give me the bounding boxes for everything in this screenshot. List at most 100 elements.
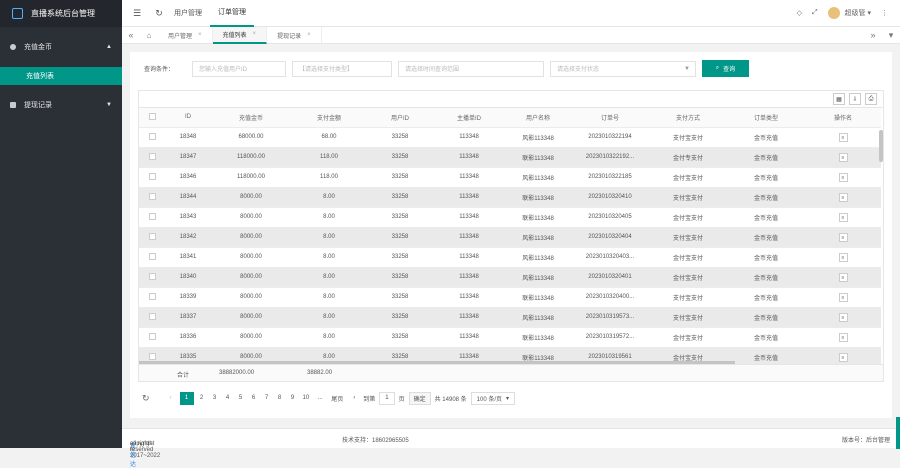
row-checkbox[interactable] bbox=[139, 207, 165, 228]
column-header[interactable]: 充值金币 bbox=[211, 108, 291, 128]
fullscreen-icon[interactable]: ⤢ bbox=[812, 9, 818, 17]
page-number[interactable]: 4 bbox=[223, 392, 233, 405]
row-checkbox[interactable] bbox=[139, 227, 165, 248]
table-row[interactable]: 18342 8000.00 8.00 33258 113348 风影113348 20230… bbox=[139, 227, 881, 248]
page-number[interactable]: 8 bbox=[275, 392, 285, 405]
table-cell: 118.00 bbox=[291, 147, 367, 168]
detail-icon[interactable]: ≡ bbox=[838, 152, 848, 162]
sidebar-item-recharge[interactable]: 充值金币 ▲ bbox=[0, 27, 122, 67]
refresh-icon[interactable]: ↻ bbox=[152, 8, 166, 19]
row-checkbox[interactable] bbox=[139, 327, 165, 348]
table-row[interactable]: 18344 8000.00 8.00 33258 113348 联影113348 20230… bbox=[139, 187, 881, 208]
page-number[interactable]: 7 bbox=[262, 392, 272, 405]
confirm-button[interactable]: 确定 bbox=[408, 391, 431, 405]
vertical-scrollbar[interactable] bbox=[879, 130, 883, 162]
detail-icon[interactable]: ≡ bbox=[838, 292, 848, 302]
page-tab-label: 提现记录 bbox=[277, 33, 302, 40]
tabs-menu-icon[interactable]: ▾ bbox=[882, 30, 900, 41]
query-button[interactable]: ⌕ 查询 bbox=[702, 60, 749, 77]
sidebar-subitem-recharge-list[interactable]: 充值列表 bbox=[0, 67, 122, 85]
detail-icon[interactable]: ≡ bbox=[838, 172, 848, 182]
page-number[interactable]: 9 bbox=[288, 392, 298, 405]
row-checkbox[interactable] bbox=[139, 247, 165, 268]
sidebar-item-withdraw[interactable]: 提现记录 ▼ bbox=[0, 85, 122, 125]
tag-icon[interactable]: ◇ bbox=[797, 9, 802, 17]
header-checkbox[interactable] bbox=[139, 108, 165, 128]
top-tab-users[interactable]: 用户管理 bbox=[166, 0, 210, 27]
prev-page-icon[interactable]: ‹ bbox=[166, 392, 176, 405]
row-checkbox[interactable] bbox=[139, 307, 165, 328]
detail-icon[interactable]: ≡ bbox=[838, 132, 848, 142]
close-icon[interactable]: × bbox=[198, 32, 202, 38]
page-number[interactable]: 1 bbox=[179, 391, 194, 405]
next-page-icon[interactable]: › bbox=[349, 392, 359, 405]
detail-icon[interactable]: ≡ bbox=[838, 332, 848, 342]
column-header[interactable]: 订单类型 bbox=[727, 108, 805, 128]
page-number[interactable]: 10 bbox=[301, 392, 312, 405]
table-row[interactable]: 18341 8000.00 8.00 33258 113348 风影113348 20230… bbox=[139, 247, 881, 268]
per-page-select[interactable]: 100 条/页 ▾ bbox=[470, 391, 516, 405]
detail-icon[interactable]: ≡ bbox=[838, 312, 848, 322]
row-checkbox[interactable] bbox=[139, 127, 165, 148]
detail-icon[interactable]: ≡ bbox=[838, 232, 848, 242]
pay-type-select[interactable]: 【请选择支付类型】 bbox=[292, 60, 392, 77]
detail-icon[interactable]: ≡ bbox=[838, 252, 848, 262]
detail-icon[interactable]: ≡ bbox=[838, 192, 848, 202]
page-number[interactable]: 6 bbox=[249, 392, 259, 405]
row-checkbox[interactable] bbox=[139, 147, 165, 168]
column-header[interactable]: 订单号 bbox=[571, 108, 649, 128]
table-cell: 金付宝支付 bbox=[649, 207, 727, 228]
print-icon[interactable]: ⎙ bbox=[865, 93, 877, 105]
column-header[interactable]: 支付方式 bbox=[649, 108, 727, 128]
refresh-icon[interactable]: ↻ bbox=[142, 393, 150, 404]
table-cell: 8.00 bbox=[291, 307, 367, 328]
table-row[interactable]: 18337 8000.00 8.00 33258 113348 风影113348 20230… bbox=[139, 307, 881, 328]
row-checkbox[interactable] bbox=[139, 167, 165, 188]
column-header[interactable]: 用户ID bbox=[367, 108, 433, 128]
row-checkbox[interactable] bbox=[139, 287, 165, 308]
page-number[interactable]: 2 bbox=[197, 392, 207, 405]
page-input[interactable]: 1 bbox=[379, 391, 395, 405]
page-tab-recharge[interactable]: 充值列表 × bbox=[212, 26, 268, 44]
row-checkbox[interactable] bbox=[139, 267, 165, 288]
table-row[interactable]: 18336 8000.00 8.00 33258 113348 联影113348 20230… bbox=[139, 327, 881, 348]
table-row[interactable]: 18340 8000.00 8.00 33258 113348 风影113348 20230… bbox=[139, 267, 881, 288]
columns-icon[interactable]: ▦ bbox=[833, 93, 845, 105]
tabs-left-icon[interactable]: « bbox=[122, 30, 140, 40]
horizontal-scrollbar[interactable] bbox=[139, 361, 735, 364]
table-row[interactable]: 18347 118000.00 118.00 33258 113348 联影113348 2… bbox=[139, 147, 881, 168]
row-checkbox[interactable] bbox=[139, 187, 165, 208]
last-page-button[interactable]: 尾页 bbox=[329, 392, 345, 405]
top-tab-orders[interactable]: 订单管理 bbox=[210, 0, 254, 27]
column-header[interactable]: 支付金额 bbox=[291, 108, 367, 128]
table-cell: 18344 bbox=[165, 187, 211, 208]
table-cell: 金币充值 bbox=[727, 227, 805, 248]
tabs-right-icon[interactable]: » bbox=[864, 30, 882, 40]
table-row[interactable]: 18343 8000.00 8.00 33258 113348 联影113348 20230… bbox=[139, 207, 881, 228]
menu-toggle-icon[interactable]: ☰ bbox=[130, 8, 144, 19]
user-id-input[interactable]: 您输入充值用户ID bbox=[192, 60, 286, 77]
table-row[interactable]: 18339 8000.00 8.00 33258 113348 联影113348 20230… bbox=[139, 287, 881, 308]
page-number[interactable]: 3 bbox=[210, 392, 220, 405]
column-header[interactable]: 操作名 bbox=[805, 108, 881, 128]
column-header[interactable]: 主播单ID bbox=[433, 108, 505, 128]
detail-icon[interactable]: ≡ bbox=[838, 352, 848, 362]
detail-icon[interactable]: ≡ bbox=[838, 272, 848, 282]
side-handle[interactable] bbox=[896, 417, 900, 449]
export-icon[interactable]: ⇩ bbox=[849, 93, 861, 105]
more-icon[interactable]: ⋮ bbox=[881, 9, 888, 17]
close-icon[interactable]: × bbox=[253, 31, 257, 37]
page-tab-withdraw[interactable]: 提现记录 × bbox=[267, 26, 322, 44]
column-header[interactable]: ID bbox=[165, 108, 211, 128]
column-header[interactable]: 用户名称 bbox=[505, 108, 571, 128]
home-icon[interactable]: ⌂ bbox=[140, 31, 158, 40]
page-number[interactable]: 5 bbox=[236, 392, 246, 405]
table-row[interactable]: 18348 68000.00 68.00 33258 113348 风影113348 202… bbox=[139, 127, 881, 148]
close-icon[interactable]: × bbox=[307, 32, 311, 38]
pay-status-select[interactable]: 请选择支付状态 ▼ bbox=[550, 60, 696, 77]
detail-icon[interactable]: ≡ bbox=[838, 212, 848, 222]
date-range-input[interactable]: 请选择时间查询范围 bbox=[398, 60, 544, 77]
table-row[interactable]: 18346 118000.00 118.00 33258 113348 风影113348 2… bbox=[139, 167, 881, 188]
user-menu[interactable]: 超级管 ▾ bbox=[827, 7, 871, 19]
page-tab-users[interactable]: 用户管理 × bbox=[158, 26, 213, 44]
